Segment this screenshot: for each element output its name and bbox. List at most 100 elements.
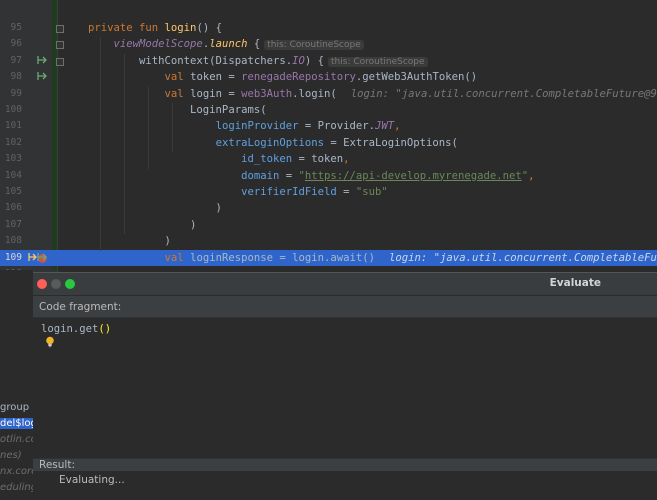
stack-frame-item[interactable]: eduling [0, 482, 33, 493]
indent-guide [100, 37, 101, 251]
code-text: loginProvider = Provider.JWT, [88, 118, 401, 134]
code-line[interactable]: 98 val token = renegadeRepository.getWeb… [0, 69, 657, 85]
code-line[interactable]: 104 domain = "https://api-develop.myrene… [0, 168, 657, 184]
code-line[interactable]: 106 ) [0, 200, 657, 216]
code-text: domain = "https://api-develop.myrenegade… [88, 168, 535, 184]
line-number: 97 [10, 54, 22, 66]
code-line[interactable]: 103 id_token = token, [0, 151, 657, 167]
inlay-hint: this: CoroutineScope [328, 56, 428, 67]
code-line[interactable]: 95 private fun login() { [0, 20, 657, 36]
code-token: , [394, 120, 401, 133]
line-number: 103 [4, 153, 22, 165]
code-token: = [336, 186, 356, 198]
code-token: = Provider. [298, 120, 376, 133]
code-token: { [247, 38, 261, 51]
code-token: () { [196, 22, 222, 34]
fold-marker-icon[interactable] [56, 25, 64, 33]
fold-marker-icon[interactable] [56, 41, 64, 50]
lightbulb-icon[interactable] [45, 336, 55, 351]
code-token: domain [241, 169, 280, 182]
code-line[interactable]: 100 LoginParams( [0, 102, 657, 118]
code-token: JWT [375, 120, 395, 133]
code-token: token = [190, 71, 242, 84]
code-token: ) [88, 218, 197, 231]
code-token: val [164, 87, 191, 100]
code-token: val [164, 251, 191, 264]
stack-frame-item[interactable]: otlin.co [0, 434, 33, 445]
line-number: 95 [10, 22, 22, 33]
lightbulb-icon-svg [46, 336, 54, 348]
code-token: val [164, 71, 191, 84]
code-token: ) { [304, 54, 325, 67]
code-fragment-text: login.get() [41, 323, 111, 335]
line-number: 98 [10, 71, 22, 83]
code-token: loginProvider [215, 120, 299, 133]
code-text: private fun login() { [88, 20, 222, 36]
code-line[interactable]: 105 verifierIdField = "sub" [0, 184, 657, 200]
indent-guide [148, 86, 149, 169]
code-fragment-input[interactable]: login.get() [33, 317, 657, 459]
inlay-hint: this: CoroutineScope [264, 40, 364, 51]
evaluate-dialog: Evaluate Code fragment: login.get() Resu… [33, 272, 657, 500]
code-text: viewModelScope.launch {this: CoroutineSc… [88, 36, 364, 53]
code-token: = token [292, 153, 344, 166]
code-text: val login = web3Auth.login(login: "java.… [88, 86, 657, 102]
line-number: 100 [4, 104, 22, 115]
code-token: withContext(Dispatchers. [88, 54, 293, 67]
suspend-call-icon [36, 55, 48, 68]
line-number: 105 [4, 186, 22, 197]
line-number: 107 [4, 218, 22, 230]
code-text: verifierIdField = "sub" [88, 184, 388, 200]
code-token: , [528, 169, 535, 182]
inline-debug-value: login: "java.util.concurrent.Completable… [350, 87, 657, 100]
code-token: login = [190, 87, 242, 100]
code-text: id_token = token, [88, 151, 349, 167]
code-token: = ExtraLoginOptions( [324, 136, 458, 149]
code-token: LoginParams( [88, 104, 267, 116]
code-line[interactable]: 97 withContext(Dispatchers.IO) {this: Co… [0, 53, 657, 69]
code-line[interactable]: 101 loginProvider = Provider.JWT, [0, 118, 657, 134]
indent-guide [124, 53, 125, 235]
line-number: 104 [4, 169, 22, 181]
code-token: viewModelScope [113, 38, 203, 51]
inline-debug-value: login: "java.util.concurrent.Completable… [389, 251, 657, 264]
code-token: id_token [241, 153, 293, 166]
result-area: Evaluating... [33, 471, 657, 500]
stack-frame-item[interactable]: group [0, 402, 33, 413]
code-text: ) [88, 217, 196, 233]
code-token: .getWeb3AuthToken() [355, 71, 478, 84]
indent-guide [172, 103, 173, 153]
line-number: 102 [4, 136, 22, 148]
fold-marker-icon[interactable] [56, 57, 64, 66]
line-number: 101 [4, 120, 22, 132]
code-token: extraLoginOptions [215, 136, 324, 149]
code-token: login [164, 22, 197, 34]
code-token: = [279, 169, 299, 182]
stack-frame-item[interactable]: nx.core [0, 466, 33, 477]
result-text: Evaluating... [59, 474, 125, 486]
minimize-window-button[interactable] [51, 279, 61, 289]
close-window-button[interactable] [37, 279, 47, 289]
stack-frame-item[interactable]: nes) [0, 450, 33, 461]
code-line[interactable]: 108 ) [0, 233, 657, 249]
code-line[interactable]: 109 val loginResponse = login.await() log… [0, 249, 657, 266]
code-line[interactable]: 96 viewModelScope.launch {this: Coroutin… [0, 36, 657, 52]
code-token: https://api-develop.myrenegade.net [304, 169, 522, 182]
code-line[interactable]: 99 val login = web3Auth.login(login: "ja… [0, 86, 657, 102]
code-token: renegadeRepository [241, 71, 356, 84]
debug-frames-panel: group del$log otlin.co nes) nx.core eduling [0, 270, 34, 499]
code-token: launch [209, 38, 248, 51]
suspend-call-icon [36, 252, 48, 265]
code-text: withContext(Dispatchers.IO) {this: Corou… [88, 53, 428, 70]
code-token: ) [88, 202, 222, 215]
zoom-window-button[interactable] [65, 279, 75, 289]
code-line[interactable]: 102 extraLoginOptions = ExtraLoginOption… [0, 135, 657, 151]
code-text: extraLoginOptions = ExtraLoginOptions( [88, 135, 458, 151]
stack-frame-item[interactable]: del$log [0, 418, 33, 429]
code-line[interactable]: 107 ) [0, 217, 657, 233]
